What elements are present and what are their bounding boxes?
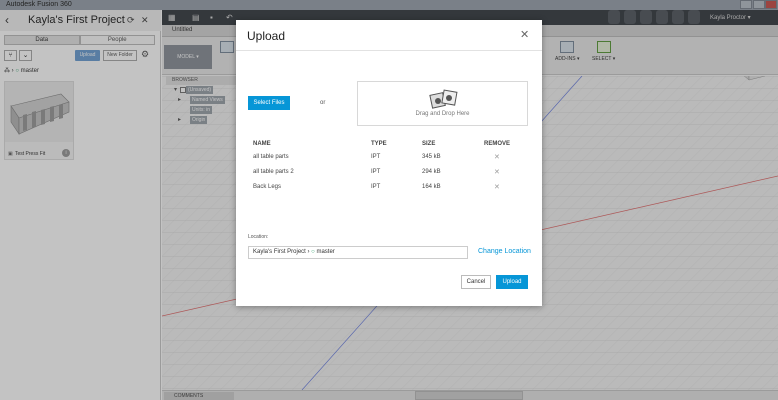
- file-name: Back Legs: [253, 184, 282, 190]
- cancel-button[interactable]: Cancel: [461, 275, 491, 289]
- close-icon[interactable]: ✕: [520, 28, 529, 41]
- column-header-size: SIZE: [422, 141, 436, 147]
- remove-icon[interactable]: ✕: [494, 168, 500, 176]
- remove-icon[interactable]: ✕: [494, 183, 500, 191]
- file-size: 164 kB: [422, 184, 441, 190]
- file-type: IPT: [371, 184, 381, 190]
- file-name: all table parts 2: [253, 169, 294, 175]
- column-header-name: NAME: [253, 141, 271, 147]
- file-size: 345 kB: [422, 154, 441, 160]
- drop-zone-label: Drag and Drop Here: [415, 111, 470, 117]
- dialog-title: Upload: [247, 29, 286, 43]
- branch-circle-icon: ○: [311, 249, 315, 255]
- location-label: Location:: [248, 234, 269, 240]
- location-project: Kayla's First Project: [253, 249, 306, 255]
- location-branch: master: [316, 249, 335, 255]
- drop-zone[interactable]: Drag and Drop Here: [357, 81, 528, 126]
- upload-confirm-button[interactable]: Upload: [496, 275, 528, 289]
- file-size: 294 kB: [422, 169, 441, 175]
- column-header-remove: REMOVE: [484, 141, 511, 147]
- select-files-button[interactable]: Select Files: [248, 96, 290, 110]
- file-name: all table parts: [253, 154, 289, 160]
- or-label: or: [320, 100, 326, 106]
- drag-drop-icon: [429, 89, 458, 109]
- dialog-divider: [236, 50, 542, 51]
- location-field: Kayla's First Project › ○ master: [248, 246, 468, 259]
- upload-dialog: Upload ✕ Select Files or Drag and Drop H…: [236, 20, 542, 306]
- file-type: IPT: [371, 169, 381, 175]
- change-location-link[interactable]: Change Location: [478, 248, 531, 255]
- remove-icon[interactable]: ✕: [494, 153, 500, 161]
- file-type: IPT: [371, 154, 381, 160]
- column-header-type: TYPE: [371, 141, 387, 147]
